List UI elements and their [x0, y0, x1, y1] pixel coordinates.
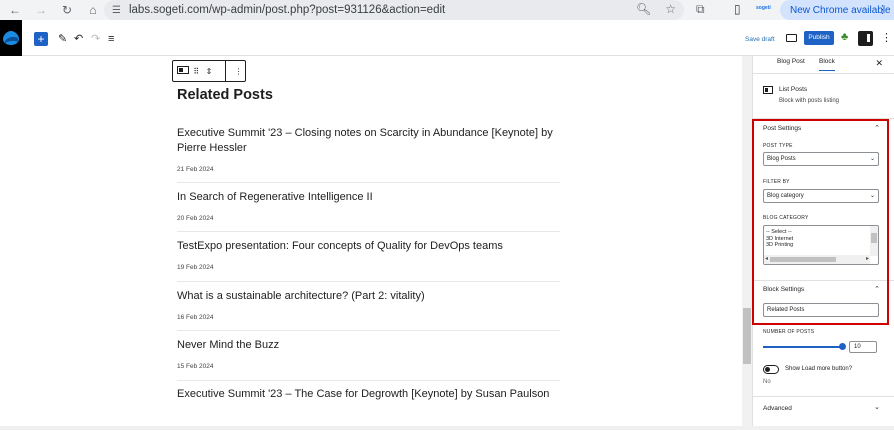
move-up-down-icon[interactable]: ⇕: [203, 67, 216, 76]
filter-by-value: Blog category: [767, 193, 804, 199]
post-title[interactable]: Executive Summit '23 – Closing notes on …: [177, 126, 560, 156]
settings-sidebar: Blog Post Block ✕ List Posts Block with …: [752, 56, 894, 430]
scroll-right-icon[interactable]: ▸: [866, 255, 869, 264]
post-title[interactable]: Executive Summit '23 – The Case for Degr…: [177, 387, 560, 402]
forward-arrow-icon[interactable]: →: [34, 3, 48, 17]
profile-avatar[interactable]: sogeti: [756, 5, 771, 11]
chevron-down-icon: ⌄: [869, 193, 875, 199]
chevron-up-icon[interactable]: ⌃: [874, 124, 880, 132]
block-settings-toggle[interactable]: Block Settings: [763, 286, 804, 293]
post-item[interactable]: Never Mind the Buzz 15 Feb 2024: [177, 338, 560, 381]
load-more-toggle[interactable]: [763, 365, 779, 374]
post-item[interactable]: Executive Summit '23 – The Case for Degr…: [177, 387, 560, 402]
block-toolbar: ⠿ ⇕ ⋮: [172, 60, 246, 82]
post-title[interactable]: What is a sustainable architecture? (Par…: [177, 289, 560, 304]
browser-toolbar: ← → ↻ ⌂ ☰ labs.sogeti.com/wp-admin/post.…: [0, 0, 894, 20]
listbox-horizontal-scrollbar[interactable]: ◂ ▸: [764, 255, 870, 264]
listbox-vertical-scrollbar[interactable]: [870, 226, 878, 256]
slider-handle[interactable]: [839, 343, 846, 350]
tab-blog-post[interactable]: Blog Post: [777, 58, 805, 65]
category-option[interactable]: 3D Printing: [764, 242, 878, 249]
plugin-leaf-icon[interactable]: ♣: [841, 31, 848, 43]
chevron-up-icon[interactable]: ⌃: [874, 285, 880, 293]
reload-icon[interactable]: ↻: [60, 3, 74, 17]
blog-category-label: BLOG CATEGORY: [763, 215, 809, 221]
load-more-label: Show Load more button?: [785, 366, 853, 372]
url-text: labs.sogeti.com/wp-admin/post.php?post=9…: [128, 4, 446, 16]
zoom-icon[interactable]: 🔍︎: [636, 2, 651, 16]
post-date: 20 Feb 2024: [177, 215, 214, 222]
extensions-puzzle-icon[interactable]: ⧉: [696, 2, 705, 17]
number-of-posts-slider[interactable]: [763, 346, 843, 348]
block-heading[interactable]: Related Posts: [177, 87, 273, 103]
editor-scrollbar[interactable]: [742, 56, 752, 426]
settings-toggle-icon[interactable]: [858, 31, 873, 46]
post-type-value: Blog Posts: [767, 156, 796, 162]
block-description: Block with posts listing: [779, 98, 840, 104]
post-date: 21 Feb 2024: [177, 166, 214, 173]
advanced-toggle[interactable]: Advanced: [763, 405, 792, 412]
post-settings-toggle[interactable]: Post Settings: [763, 125, 801, 132]
more-menu-icon[interactable]: ⋮: [877, 3, 888, 16]
chrome-update-label: New Chrome available: [790, 4, 891, 16]
back-arrow-icon[interactable]: ←: [8, 3, 22, 17]
number-of-posts-value: 10: [854, 344, 861, 350]
options-menu-icon[interactable]: ⋮: [881, 31, 892, 44]
block-options-icon[interactable]: ⋮: [232, 67, 245, 76]
address-bar[interactable]: ☰ labs.sogeti.com/wp-admin/post.php?post…: [104, 0, 684, 20]
bookmark-star-icon[interactable]: ☆: [665, 2, 676, 16]
filter-by-label: FILTER BY: [763, 179, 790, 185]
post-item[interactable]: Executive Summit '23 – Closing notes on …: [177, 126, 560, 183]
post-date: 16 Feb 2024: [177, 314, 214, 321]
heading-input-value: Related Posts: [767, 307, 805, 313]
editor-toolbar: + ✎ ↶ ↷ ≡ Save draft Publish ♣ ⋮: [0, 20, 894, 56]
save-draft-button[interactable]: Save draft: [745, 36, 775, 43]
filter-by-select[interactable]: Blog category ⌄: [763, 189, 879, 203]
logo-icon: [3, 31, 19, 45]
load-more-state: No: [763, 379, 771, 385]
post-date: 15 Feb 2024: [177, 363, 214, 370]
sidebar-tabs: Blog Post Block ✕: [753, 56, 894, 74]
site-logo[interactable]: [0, 20, 22, 56]
post-item[interactable]: In Search of Regenerative Intelligence I…: [177, 190, 560, 232]
close-icon[interactable]: ✕: [875, 58, 883, 69]
redo-icon[interactable]: ↷: [91, 32, 100, 46]
scroll-left-icon[interactable]: ◂: [765, 255, 768, 264]
editor-canvas: ⠿ ⇕ ⋮ Related Posts Executive Summit '23…: [0, 56, 740, 426]
post-item[interactable]: What is a sustainable architecture? (Par…: [177, 289, 560, 331]
undo-icon[interactable]: ↶: [74, 32, 83, 46]
preview-icon[interactable]: [786, 34, 797, 42]
post-title[interactable]: TestExpo presentation: Four concepts of …: [177, 239, 560, 254]
home-icon[interactable]: ⌂: [86, 3, 100, 17]
post-item[interactable]: TestExpo presentation: Four concepts of …: [177, 239, 560, 282]
chevron-down-icon[interactable]: ⌄: [874, 403, 880, 411]
chrome-update-button[interactable]: New Chrome available ⋮: [780, 0, 894, 20]
block-type-icon[interactable]: [177, 66, 190, 76]
post-title[interactable]: In Search of Regenerative Intelligence I…: [177, 190, 560, 205]
heading-text-input[interactable]: Related Posts: [763, 303, 879, 317]
list-posts-icon: [763, 86, 773, 94]
post-type-select[interactable]: Blog Posts ⌄: [763, 152, 879, 166]
blog-category-listbox[interactable]: -- Select -- 3D Internet 3D Printing ◂ ▸: [763, 225, 879, 265]
drag-handle-icon[interactable]: ⠿: [190, 67, 203, 76]
site-info-icon[interactable]: ☰: [112, 5, 121, 16]
tools-pencil-icon[interactable]: ✎: [58, 32, 67, 46]
side-panel-icon[interactable]: ▯: [734, 2, 741, 16]
number-of-posts-input[interactable]: 10: [849, 341, 877, 353]
post-date: 19 Feb 2024: [177, 264, 214, 271]
add-block-button[interactable]: +: [34, 32, 48, 46]
number-of-posts-label: NUMBER OF POSTS: [763, 329, 815, 335]
chevron-down-icon: ⌄: [869, 156, 875, 162]
block-name: List Posts: [779, 86, 808, 93]
publish-button[interactable]: Publish: [804, 31, 834, 45]
tab-block[interactable]: Block: [819, 58, 835, 71]
post-title[interactable]: Never Mind the Buzz: [177, 338, 560, 353]
document-overview-icon[interactable]: ≡: [108, 32, 114, 46]
post-type-label: POST TYPE: [763, 143, 793, 149]
